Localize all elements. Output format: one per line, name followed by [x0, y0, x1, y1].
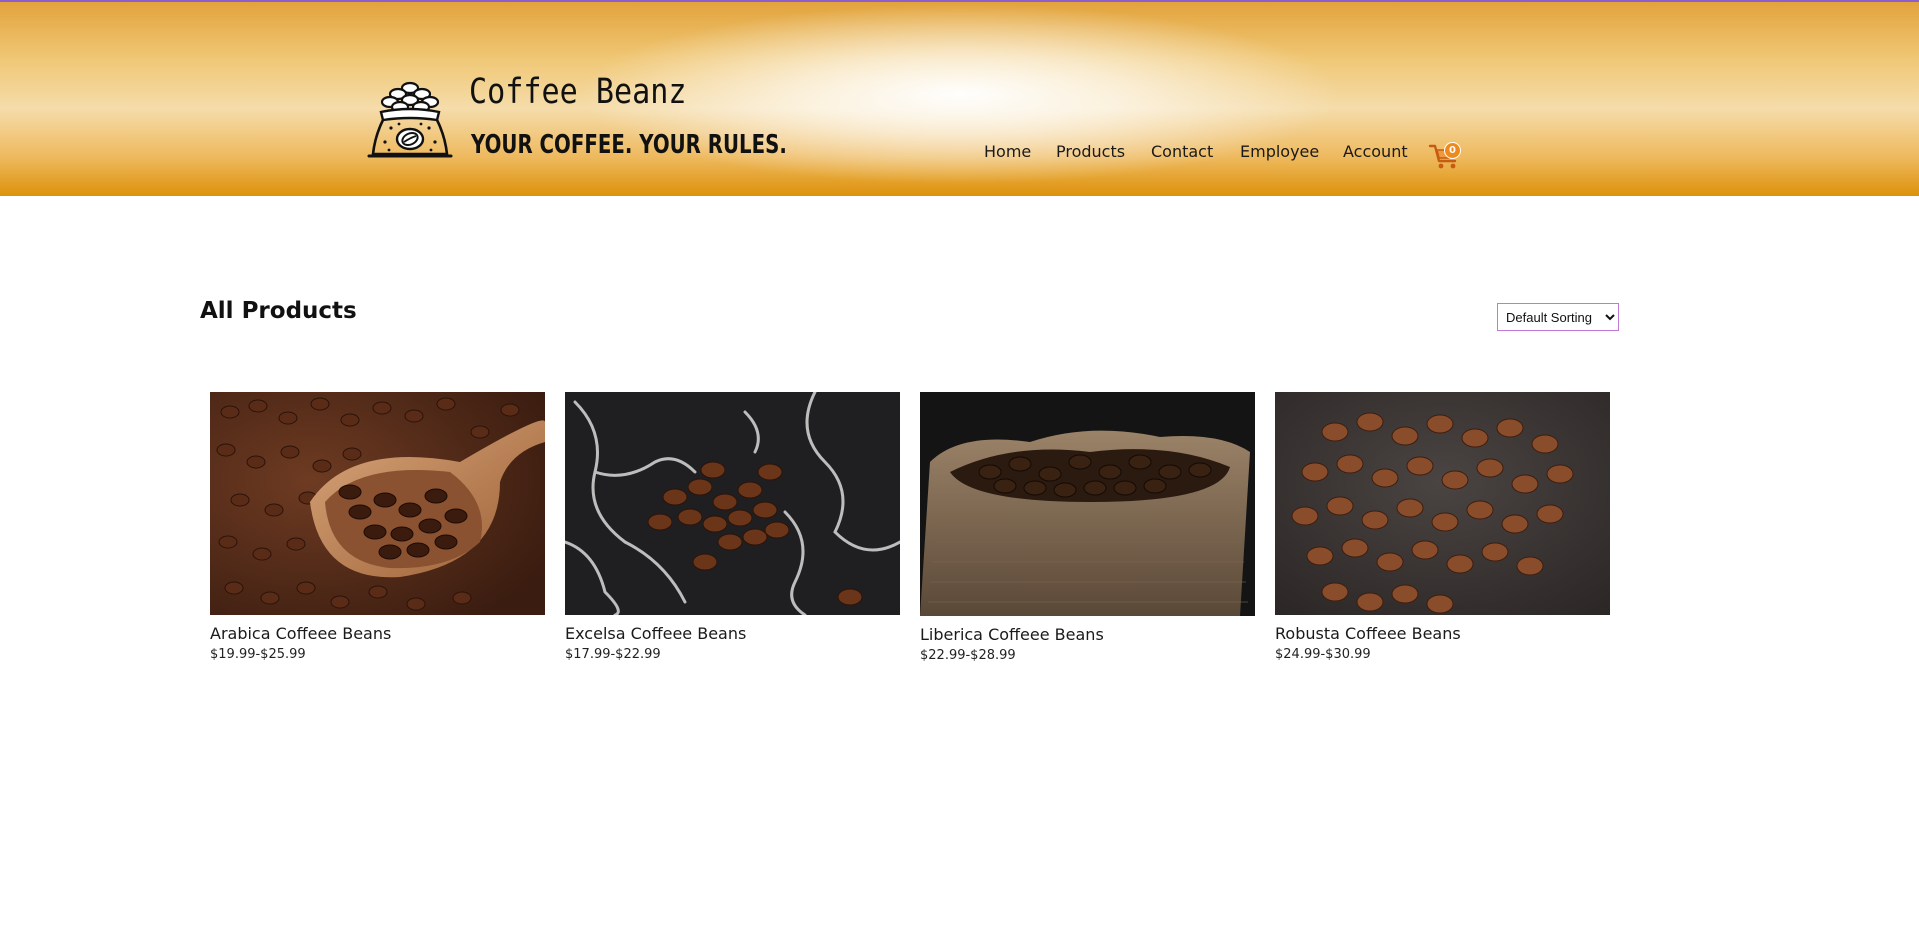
- nav-contact[interactable]: Contact: [1151, 142, 1213, 161]
- sort-select[interactable]: Default Sorting: [1497, 303, 1619, 331]
- product-card-robusta: Robusta Coffeee Beans $24.99-$30.99: [1275, 392, 1610, 662]
- cart-count-badge: 0: [1444, 142, 1461, 159]
- nav-products[interactable]: Products: [1056, 142, 1125, 161]
- product-name[interactable]: Robusta Coffeee Beans: [1275, 624, 1610, 643]
- product-image-excelsa[interactable]: [565, 392, 900, 615]
- product-name[interactable]: Excelsa Coffeee Beans: [565, 624, 900, 643]
- product-card-excelsa: Excelsa Coffeee Beans $17.99-$22.99: [565, 392, 900, 662]
- product-name[interactable]: Liberica Coffeee Beans: [920, 625, 1255, 644]
- product-image-robusta[interactable]: [1275, 392, 1610, 615]
- site-header: Coffee Beanz YOUR COFFEE. YOUR RULES. Ho…: [0, 2, 1919, 196]
- product-price: $24.99-$30.99: [1275, 647, 1371, 662]
- coffee-bean-sack-icon[interactable]: [365, 76, 455, 160]
- product-name[interactable]: Arabica Coffeee Beans: [210, 624, 545, 643]
- product-card-arabica: Arabica Coffeee Beans $19.99-$25.99: [210, 392, 545, 662]
- product-image-liberica[interactable]: [920, 392, 1255, 616]
- product-image-arabica[interactable]: [210, 392, 545, 615]
- nav-home[interactable]: Home: [984, 142, 1031, 161]
- cart-button[interactable]: 0: [1428, 138, 1462, 172]
- nav-employee[interactable]: Employee: [1240, 142, 1319, 161]
- product-price: $19.99-$25.99: [210, 647, 306, 662]
- product-card-liberica: Liberica Coffeee Beans $22.99-$28.99: [920, 392, 1255, 663]
- product-price: $22.99-$28.99: [920, 648, 1016, 663]
- nav-account[interactable]: Account: [1343, 142, 1408, 161]
- brand-tagline: YOUR COFFEE. YOUR RULES.: [471, 130, 787, 160]
- brand-name[interactable]: Coffee Beanz: [469, 72, 686, 112]
- product-price: $17.99-$22.99: [565, 647, 661, 662]
- page-title: All Products: [200, 298, 357, 324]
